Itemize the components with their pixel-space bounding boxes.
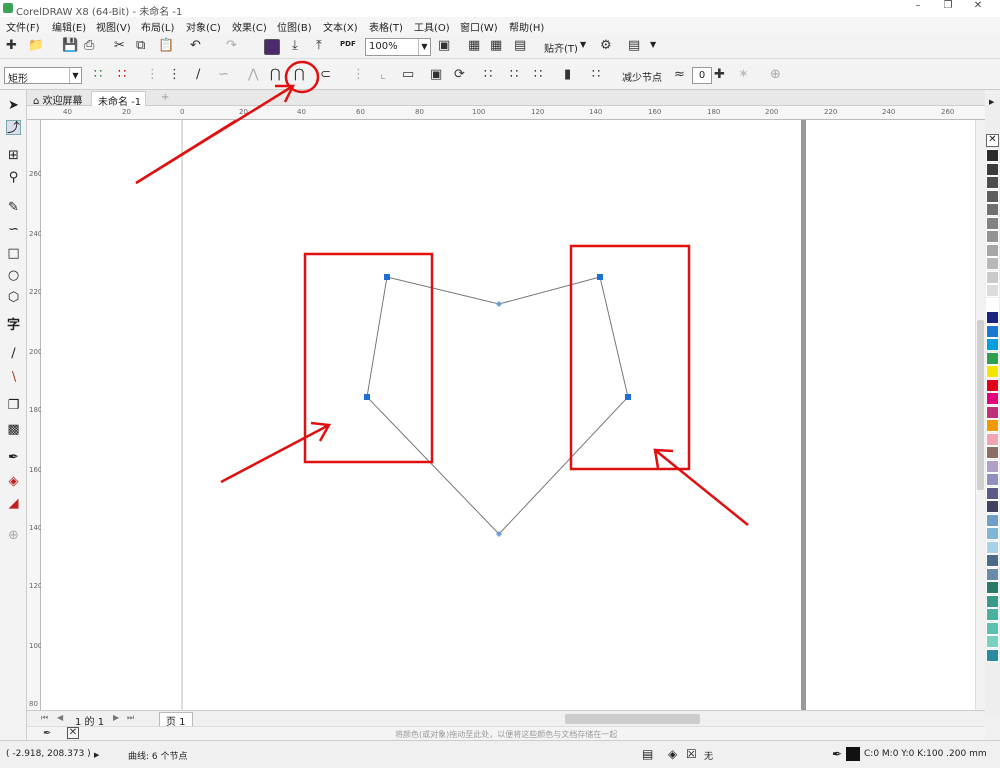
- cursor-coordinates: ( -2.918, 208.373 ): [6, 749, 91, 759]
- color-swatch[interactable]: [986, 189, 999, 203]
- color-swatch[interactable]: [986, 446, 999, 459]
- color-swatch[interactable]: [986, 581, 999, 594]
- drop-shadow-tool-icon[interactable]: ❐: [6, 398, 21, 413]
- color-swatch[interactable]: [986, 432, 999, 446]
- color-swatch[interactable]: [986, 635, 999, 648]
- color-swatch[interactable]: [986, 351, 999, 365]
- vertical-ruler[interactable]: 260 240 220 200 180 160 140 120 100 80: [27, 120, 42, 710]
- no-color-swatch[interactable]: ✕: [986, 134, 999, 147]
- curve-shape[interactable]: [366, 276, 629, 535]
- play-icon[interactable]: ▶: [94, 751, 99, 759]
- curve-node[interactable]: [625, 394, 631, 400]
- text-tool-icon[interactable]: 字: [6, 318, 21, 333]
- color-eyedropper-tool-icon[interactable]: ✒: [6, 450, 21, 465]
- curve-node[interactable]: [384, 274, 390, 280]
- color-swatch[interactable]: [986, 243, 999, 257]
- color-swatch[interactable]: [986, 513, 999, 527]
- highlight-box-right: [569, 244, 691, 471]
- outline-pen-icon[interactable]: ✒: [832, 747, 842, 761]
- vertical-scrollbar[interactable]: [975, 120, 985, 710]
- last-page-icon[interactable]: ⏭: [127, 713, 134, 723]
- color-swatch[interactable]: [986, 648, 999, 662]
- annotation-arrow: [220, 421, 332, 484]
- color-swatch[interactable]: [986, 500, 999, 513]
- first-page-icon[interactable]: ⏮: [41, 713, 48, 723]
- color-swatch[interactable]: [986, 257, 999, 270]
- color-swatch[interactable]: [986, 365, 999, 378]
- page-navigator: ⏮ ◀ 1 的 1 ▶ ⏭ 页 1: [27, 710, 985, 729]
- color-swatch[interactable]: [986, 338, 999, 351]
- polygon-tool-icon[interactable]: ⬡: [6, 290, 21, 305]
- palette-scroll-up-icon[interactable]: ▶: [989, 98, 994, 106]
- rectangle-tool-icon[interactable]: □: [6, 246, 21, 261]
- color-swatch[interactable]: [986, 459, 999, 473]
- color-swatch[interactable]: [986, 270, 999, 284]
- color-swatch[interactable]: [986, 405, 999, 419]
- page-shadow: [801, 120, 806, 710]
- color-swatch[interactable]: [986, 392, 999, 405]
- next-page-icon[interactable]: ▶: [113, 713, 119, 722]
- no-fill-icon: ☒: [686, 747, 697, 761]
- color-swatch[interactable]: [986, 527, 999, 540]
- annotation-arrow: [653, 448, 749, 526]
- parallel-dimension-tool-icon[interactable]: ∕: [6, 346, 21, 361]
- color-swatch[interactable]: [986, 378, 999, 392]
- transparency-tool-icon[interactable]: ▩: [6, 422, 21, 437]
- color-swatch[interactable]: [986, 608, 999, 621]
- outline-info: C:0 M:0 Y:0 K:100 .200 mm: [864, 749, 987, 759]
- quick-customize-icon[interactable]: ⊕: [6, 528, 21, 543]
- outline-color-swatch[interactable]: [846, 747, 860, 761]
- color-swatch[interactable]: [986, 284, 999, 297]
- no-color-swatch[interactable]: ✕: [67, 727, 79, 739]
- interactive-fill-tool-icon[interactable]: ◈: [6, 474, 21, 489]
- color-swatch[interactable]: [986, 554, 999, 567]
- color-proofing-icon[interactable]: ▤: [642, 747, 653, 761]
- color-swatch[interactable]: [986, 473, 999, 486]
- ellipse-tool-icon[interactable]: ○: [6, 268, 21, 283]
- color-swatch[interactable]: [986, 540, 999, 554]
- color-swatch[interactable]: [986, 149, 999, 162]
- horizontal-scroll-thumb[interactable]: [565, 714, 700, 724]
- scroll-thumb[interactable]: [977, 320, 984, 490]
- ruler-label: 80: [29, 700, 38, 708]
- curve-node[interactable]: [496, 301, 502, 307]
- color-swatch[interactable]: [986, 230, 999, 243]
- color-swatch[interactable]: [986, 216, 999, 230]
- color-swatch[interactable]: [986, 419, 999, 432]
- status-bar: ( -2.918, 208.373 ) ▶ 曲线: 6 个节点 ▤ ◈ ☒ 无 …: [0, 740, 1000, 768]
- annotation-arrow: [135, 84, 294, 185]
- fill-bucket-icon[interactable]: ◈: [668, 747, 677, 761]
- color-swatch[interactable]: [986, 162, 999, 176]
- curve-node[interactable]: [597, 274, 603, 280]
- fill-info: 无: [704, 752, 714, 762]
- color-swatch[interactable]: [986, 486, 999, 500]
- color-swatch[interactable]: [986, 621, 999, 635]
- annotation-overlay: [135, 60, 320, 185]
- connector-tool-icon[interactable]: ∖: [6, 370, 21, 385]
- document-palette-hint: 将颜色(或对象)拖动至此处，以便将这些颜色与文档存储在一起: [395, 730, 618, 739]
- object-info: 曲线: 6 个节点: [128, 752, 188, 762]
- previous-page-icon[interactable]: ◀: [57, 713, 63, 722]
- color-swatch[interactable]: [986, 311, 999, 324]
- eyedropper-icon[interactable]: ✒: [43, 728, 51, 739]
- color-swatch[interactable]: [986, 324, 999, 338]
- color-swatch[interactable]: [986, 297, 999, 311]
- color-palette: ▶ ✕: [985, 96, 1000, 716]
- drawing-canvas[interactable]: [41, 120, 975, 710]
- color-swatch[interactable]: [986, 176, 999, 189]
- color-swatch[interactable]: [986, 203, 999, 216]
- document-palette-bar: ✒ ✕ 将颜色(或对象)拖动至此处，以便将这些颜色与文档存储在一起: [27, 726, 985, 740]
- color-swatch[interactable]: [986, 594, 999, 608]
- canvas-svg: [135, 120, 806, 710]
- freehand-tool-icon[interactable]: ✎: [6, 200, 21, 215]
- color-swatch[interactable]: [986, 567, 999, 581]
- highlight-box-left: [303, 252, 434, 464]
- artistic-media-tool-icon[interactable]: ∽: [6, 222, 21, 237]
- smart-fill-tool-icon[interactable]: ◢: [6, 496, 21, 511]
- curve-node[interactable]: [364, 394, 370, 400]
